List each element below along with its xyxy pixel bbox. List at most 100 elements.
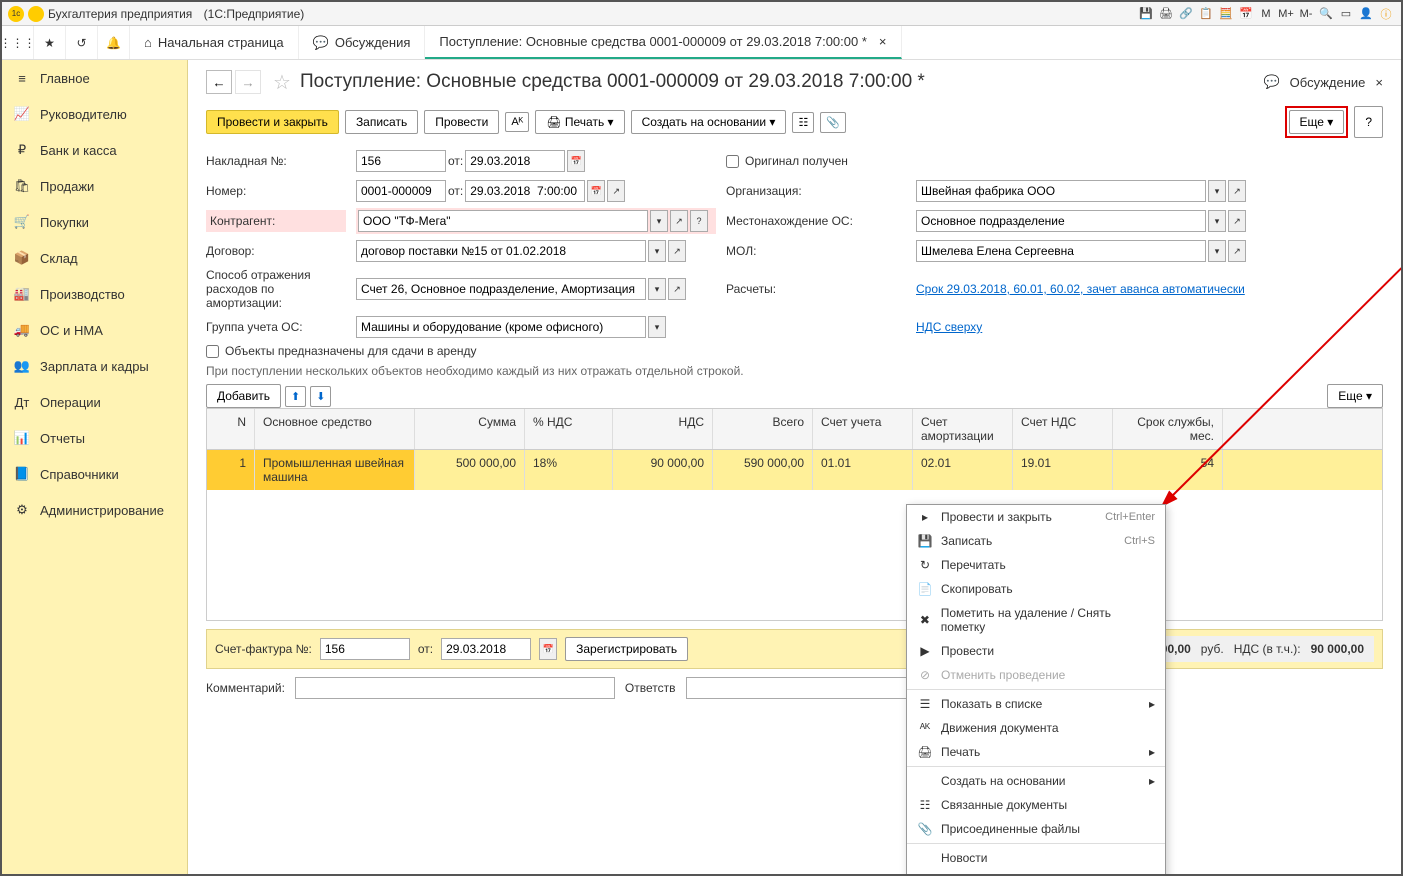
move-up-button[interactable]: ⬆ xyxy=(285,386,306,407)
discuss-icon[interactable]: 💬 xyxy=(1263,74,1279,90)
sidebar-item-hr[interactable]: 👥Зарплата и кадры xyxy=(2,348,187,384)
bell-icon[interactable]: 🔔 xyxy=(98,26,130,59)
calendar-icon[interactable]: 📅 xyxy=(587,180,605,202)
calc-icon[interactable]: 🧮 xyxy=(1217,5,1235,23)
menu-item[interactable]: 💾ЗаписатьCtrl+S xyxy=(907,529,1165,553)
discuss-label[interactable]: Обсуждение xyxy=(1290,75,1366,90)
menu-item[interactable]: Проверить контрагентов xyxy=(907,870,1165,874)
menu-item[interactable]: ᴬᴷДвижения документа xyxy=(907,716,1165,740)
invoice-no-input[interactable] xyxy=(356,150,446,172)
col-acc[interactable]: Счет учета xyxy=(813,409,913,449)
table-more-button[interactable]: Еще ▾ xyxy=(1327,384,1383,408)
datetime-input[interactable] xyxy=(465,180,585,202)
m-btn[interactable]: M xyxy=(1257,5,1275,23)
attach-button[interactable]: 📎 xyxy=(820,112,846,133)
movements-button[interactable]: Аᴷ xyxy=(505,112,529,132)
sf-no-input[interactable] xyxy=(320,638,410,660)
post-close-button[interactable]: Провести и закрыть xyxy=(206,110,339,134)
mol-input[interactable] xyxy=(916,240,1206,262)
create-based-button[interactable]: Создать на основании ▾ xyxy=(631,110,787,134)
menu-item[interactable]: ▸Провести и закрытьCtrl+Enter xyxy=(907,505,1165,529)
menu-item[interactable]: ☰Показать в списке▸ xyxy=(907,692,1165,716)
sidebar-item-production[interactable]: 🏭Производство xyxy=(2,276,187,312)
col-life[interactable]: Срок службы, мес. xyxy=(1113,409,1223,449)
contract-input[interactable] xyxy=(356,240,646,262)
print-button[interactable]: 🖨 Печать ▾ xyxy=(535,110,624,134)
sidebar-item-assets[interactable]: 🚚ОС и НМА xyxy=(2,312,187,348)
menu-item[interactable]: 📎Присоединенные файлы xyxy=(907,817,1165,841)
chevron-down-icon[interactable]: ▾ xyxy=(648,278,666,300)
sidebar-item-main[interactable]: ≡Главное xyxy=(2,60,187,96)
open-icon[interactable]: ↗ xyxy=(668,278,686,300)
calendar-icon[interactable]: 📅 xyxy=(567,150,585,172)
m-plus-btn[interactable]: M+ xyxy=(1277,5,1295,23)
open-icon[interactable]: ↗ xyxy=(670,210,688,232)
add-button[interactable]: Добавить xyxy=(206,384,281,408)
post-button[interactable]: Провести xyxy=(424,110,499,134)
sidebar-item-manager[interactable]: 📈Руководителю xyxy=(2,96,187,132)
nds-link[interactable]: НДС сверху xyxy=(916,320,982,334)
tab-document[interactable]: Поступление: Основные средства 0001-0000… xyxy=(425,26,901,59)
menu-item[interactable]: Создать на основании▸ xyxy=(907,769,1165,793)
favorite-icon[interactable]: ☆ xyxy=(270,70,294,94)
chevron-down-icon[interactable]: ▾ xyxy=(648,240,666,262)
col-amort[interactable]: Счет амортизации xyxy=(913,409,1013,449)
related-button[interactable]: ☷ xyxy=(792,112,814,133)
col-total[interactable]: Всего xyxy=(713,409,813,449)
close-icon[interactable]: × xyxy=(1375,75,1383,90)
menu-item[interactable]: 📄Скопировать xyxy=(907,577,1165,601)
col-name[interactable]: Основное средство xyxy=(255,409,415,449)
menu-item[interactable]: ↻Перечитать xyxy=(907,553,1165,577)
open-icon[interactable]: ↗ xyxy=(1228,180,1246,202)
sidebar-item-catalogs[interactable]: 📘Справочники xyxy=(2,456,187,492)
open-icon[interactable]: ↗ xyxy=(1228,210,1246,232)
rent-checkbox[interactable] xyxy=(206,345,219,358)
apps-icon[interactable]: ⋮⋮⋮ xyxy=(2,26,34,59)
copy-icon[interactable]: 📋 xyxy=(1197,5,1215,23)
disk-icon[interactable]: 💾 xyxy=(1137,5,1155,23)
sidebar-item-reports[interactable]: 📊Отчеты xyxy=(2,420,187,456)
open-icon[interactable]: ↗ xyxy=(1228,240,1246,262)
number-input[interactable] xyxy=(356,180,446,202)
sidebar-item-admin[interactable]: ⚙Администрирование xyxy=(2,492,187,528)
sidebar-item-operations[interactable]: ДтОперации xyxy=(2,384,187,420)
forward-button[interactable]: → xyxy=(235,70,261,94)
org-input[interactable] xyxy=(916,180,1206,202)
more-button[interactable]: Еще ▾ xyxy=(1289,110,1345,134)
m-minus-btn[interactable]: M- xyxy=(1297,5,1315,23)
chevron-down-icon[interactable]: ▾ xyxy=(650,210,668,232)
open-icon[interactable]: ↗ xyxy=(607,180,625,202)
help-icon[interactable]: ? xyxy=(690,210,708,232)
col-nds[interactable]: НДС xyxy=(613,409,713,449)
group-input[interactable] xyxy=(356,316,646,338)
move-down-button[interactable]: ⬇ xyxy=(310,386,331,407)
comment-input[interactable] xyxy=(295,677,615,699)
history-icon[interactable]: ↺ xyxy=(66,26,98,59)
dropdown-icon[interactable] xyxy=(28,6,44,22)
open-icon[interactable]: ↗ xyxy=(668,240,686,262)
col-accnds[interactable]: Счет НДС xyxy=(1013,409,1113,449)
print-icon[interactable]: 🖨 xyxy=(1157,5,1175,23)
register-button[interactable]: Зарегистрировать xyxy=(565,637,688,661)
menu-item[interactable]: ✖Пометить на удаление / Снять пометку xyxy=(907,601,1165,639)
col-sum[interactable]: Сумма xyxy=(415,409,525,449)
col-pct[interactable]: % НДС xyxy=(525,409,613,449)
calendar-icon[interactable]: 📅 xyxy=(1237,5,1255,23)
menu-item[interactable]: ☷Связанные документы xyxy=(907,793,1165,817)
save-button[interactable]: Записать xyxy=(345,110,418,134)
panels-icon[interactable]: ▭ xyxy=(1337,5,1355,23)
zoom-icon[interactable]: 🔍 xyxy=(1317,5,1335,23)
location-input[interactable] xyxy=(916,210,1206,232)
tab-home[interactable]: ⌂ Начальная страница xyxy=(130,26,299,59)
chevron-down-icon[interactable]: ▾ xyxy=(1208,180,1226,202)
sidebar-item-sales[interactable]: 🛍Продажи xyxy=(2,168,187,204)
sidebar-item-stock[interactable]: 📦Склад xyxy=(2,240,187,276)
link-icon[interactable]: 🔗 xyxy=(1177,5,1195,23)
col-n[interactable]: N xyxy=(207,409,255,449)
star-icon[interactable]: ★ xyxy=(34,26,66,59)
expense-input[interactable] xyxy=(356,278,646,300)
sf-date-input[interactable] xyxy=(441,638,531,660)
help-button[interactable]: ? xyxy=(1354,106,1383,138)
calendar-icon[interactable]: 📅 xyxy=(539,638,557,660)
sidebar-item-bank[interactable]: ₽Банк и касса xyxy=(2,132,187,168)
